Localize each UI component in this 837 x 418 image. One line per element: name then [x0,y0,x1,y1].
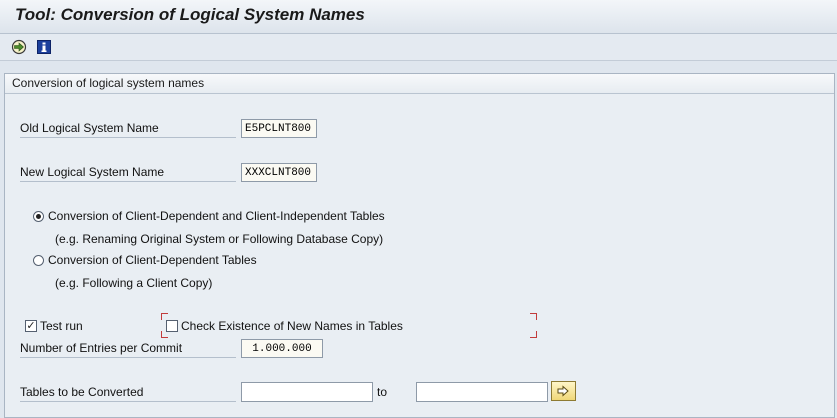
old-name-input[interactable] [241,119,317,138]
check-existence-checkbox[interactable] [166,320,178,332]
multiple-selection-button[interactable] [551,381,576,401]
group-bracket-top-left [161,313,168,320]
new-name-input[interactable] [241,163,317,182]
radio-client-tables[interactable] [33,255,44,266]
window-title: Tool: Conversion of Logical System Names [15,5,365,24]
group-bracket-bottom-left [161,331,168,338]
entries-per-commit-label: Number of Entries per Commit [20,341,236,358]
radio-client-tables-hint: (e.g. Following a Client Copy) [55,276,213,290]
execute-icon[interactable] [11,39,27,55]
tables-label: Tables to be Converted [20,385,236,402]
group-bracket-bottom-right [530,331,537,338]
radio-all-tables-hint: (e.g. Renaming Original System or Follow… [55,232,384,246]
entries-per-commit-input[interactable] [241,339,323,358]
new-name-label: New Logical System Name [20,165,236,182]
radio-client-tables-label: Conversion of Client-Dependent Tables [48,253,257,267]
tables-to-input[interactable] [416,382,548,402]
old-name-label: Old Logical System Name [20,121,236,138]
test-run-label: Test run [40,319,83,333]
multiple-selection-icon [557,385,569,397]
tables-to-label: to [377,385,388,399]
panel-title: Conversion of logical system names [5,74,834,94]
info-icon[interactable] [36,39,52,55]
application-toolbar [0,34,837,61]
title-bar: Tool: Conversion of Logical System Names [0,0,837,34]
group-bracket-top-right [530,313,537,320]
tables-from-input[interactable] [241,382,373,402]
check-existence-label: Check Existence of New Names in Tables [181,319,403,333]
radio-all-tables[interactable] [33,211,44,222]
test-run-checkbox[interactable]: ✓ [25,320,37,332]
radio-all-tables-label: Conversion of Client-Dependent and Clien… [48,209,385,223]
